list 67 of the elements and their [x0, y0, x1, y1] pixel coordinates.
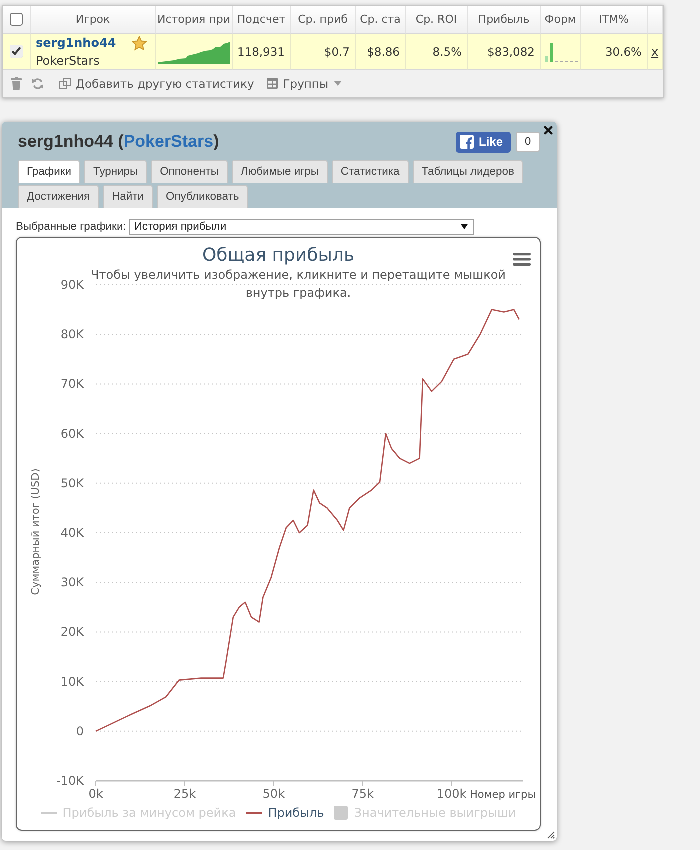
y-tick-label: 50K [60, 476, 84, 490]
table-icon [267, 78, 278, 89]
resize-grip-icon[interactable] [547, 831, 555, 839]
y-axis-title: Суммарный итог (USD) [30, 468, 42, 596]
like-count: 0 [516, 132, 540, 152]
column-header[interactable]: История при [156, 6, 233, 34]
select-all-checkbox[interactable] [10, 13, 23, 26]
caret-icon [334, 81, 342, 86]
chart-title: Общая прибыль [202, 246, 355, 266]
x-tick-label: 25k [174, 787, 196, 801]
stacked-squares-icon [59, 78, 71, 89]
y-tick-label: 80K [60, 328, 84, 342]
legend-line-icon [246, 812, 262, 814]
column-header[interactable]: Прибыль [468, 6, 541, 34]
y-tick-label: 60K [60, 426, 84, 441]
x-tick-label: 50k [262, 787, 286, 801]
x-tick-label: 0k [88, 787, 104, 801]
y-tick-label: 30K [60, 576, 84, 590]
tab[interactable]: Опубликовать [157, 185, 248, 208]
dropdown-arrow-icon [461, 224, 468, 230]
area-sparkline [158, 40, 230, 64]
tab[interactable]: Любимые игры [232, 160, 328, 183]
chart-subtitle: Чтобы увеличить изображение, кликните и перетащите мышкой внутрь графика. [90, 267, 507, 302]
add-statistic-button[interactable]: Добавить другую статистику [59, 76, 254, 90]
form-bars-drawing [544, 42, 578, 62]
tab[interactable]: Таблицы лидеров [412, 160, 524, 183]
tab[interactable]: Оппоненты [151, 160, 228, 183]
column-header[interactable]: Ср. приб [291, 6, 356, 34]
y-tick-label: 40K [60, 526, 84, 540]
column-header[interactable]: Подсчет [233, 6, 291, 34]
y-tick-label: 20K [60, 625, 84, 640]
y-tick-label: -10K [56, 774, 84, 788]
f-logo-icon [460, 135, 474, 149]
chart-select[interactable]: История прибыли [129, 219, 474, 235]
panel-title: serg1nho44 (PokerStars) [18, 132, 220, 152]
column-header[interactable]: Ср. ста [356, 6, 406, 34]
x-axis-title: Номер игры [470, 789, 536, 801]
column-header[interactable]: Ср. ROI [406, 6, 468, 34]
x-tick-label: 100k [436, 787, 467, 801]
tab[interactable]: Статистика [332, 160, 409, 183]
legend-line-icon [40, 812, 57, 814]
groups-dropdown[interactable]: Группы [267, 76, 342, 90]
y-tick-label: 0 [76, 724, 84, 738]
row-checkbox[interactable] [10, 45, 23, 58]
star-icon[interactable] [132, 36, 147, 50]
column-header [648, 6, 663, 34]
legend-item[interactable]: Прибыль [268, 806, 324, 820]
tab[interactable]: Достижения [18, 185, 100, 208]
y-tick-label: 70K [60, 377, 84, 392]
tab[interactable]: Графики [18, 160, 80, 183]
site-name: PokerStars [36, 54, 100, 68]
table-row[interactable]: serg1nho44 PokerStars 118,931 $0.7 $8.86 8.5% $83,082 30.6% x [3, 34, 663, 70]
legend-square-icon [334, 806, 348, 820]
column-header[interactable]: ITM% [581, 6, 648, 34]
remove-link[interactable]: x [651, 44, 659, 58]
column-header[interactable]: Форм [541, 6, 581, 34]
chart-picker-label: Выбранные графики: [16, 221, 126, 233]
tab[interactable]: Турниры [84, 160, 148, 183]
like-button[interactable]: Like [456, 132, 511, 152]
player-link[interactable]: serg1nho44 [36, 36, 116, 50]
tab[interactable]: Найти [103, 185, 154, 208]
close-icon[interactable] [544, 126, 553, 135]
y-tick-label: 10K [60, 674, 84, 689]
x-tick-label: 75k [352, 787, 374, 801]
column-header[interactable]: Игрок [31, 6, 156, 34]
menu-icon[interactable] [513, 253, 531, 266]
y-tick-label: 90K [60, 278, 84, 292]
